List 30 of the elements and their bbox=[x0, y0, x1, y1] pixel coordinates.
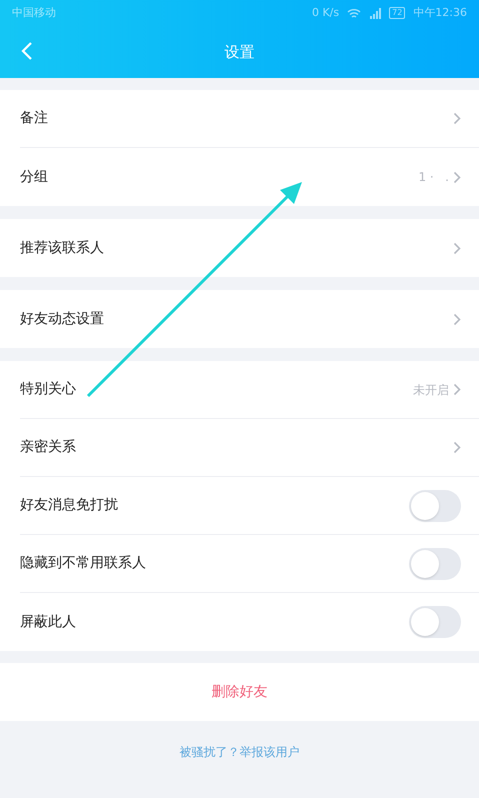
setting-label: 备注 bbox=[20, 109, 49, 128]
chevron-right-icon[interactable] bbox=[453, 112, 461, 125]
chevron-right-icon[interactable] bbox=[453, 170, 461, 184]
toggle-switch[interactable] bbox=[409, 606, 461, 638]
setting-label: 好友消息免打扰 bbox=[20, 496, 119, 515]
setting-label: 隐藏到不常用联系人 bbox=[20, 554, 147, 573]
delete-friend-button[interactable]: 删除好友 bbox=[0, 663, 479, 721]
report-user-link[interactable]: 被骚扰了？举报该用户 bbox=[180, 743, 300, 761]
signal-icon bbox=[369, 8, 382, 18]
chevron-right-icon[interactable] bbox=[453, 383, 461, 396]
chevron-right-icon[interactable] bbox=[453, 312, 461, 326]
toggle-switch[interactable] bbox=[409, 490, 461, 522]
setting-label: 亲密关系 bbox=[20, 438, 77, 457]
back-icon bbox=[21, 41, 33, 61]
network-speed: 0 K/s bbox=[312, 4, 340, 21]
setting-label: 屏蔽此人 bbox=[20, 612, 77, 632]
chevron-right-icon[interactable] bbox=[453, 242, 461, 254]
setting-value: 未开启 bbox=[413, 382, 449, 398]
setting-label: 好友动态设置 bbox=[20, 310, 105, 328]
carrier-name: 中国移动 bbox=[12, 4, 56, 21]
setting-value: 1 · . bbox=[418, 169, 449, 186]
setting-label: 特别关心 bbox=[20, 380, 77, 399]
toggle-switch[interactable] bbox=[409, 548, 461, 580]
page-title: 设置 bbox=[224, 42, 254, 63]
clock-time: 中午12:36 bbox=[413, 4, 467, 21]
setting-label: 分组 bbox=[20, 168, 49, 186]
wifi-icon bbox=[347, 8, 362, 18]
chevron-right-icon[interactable] bbox=[453, 441, 461, 454]
battery-level: 72 bbox=[389, 7, 406, 19]
setting-label: 推荐该联系人 bbox=[20, 238, 105, 258]
